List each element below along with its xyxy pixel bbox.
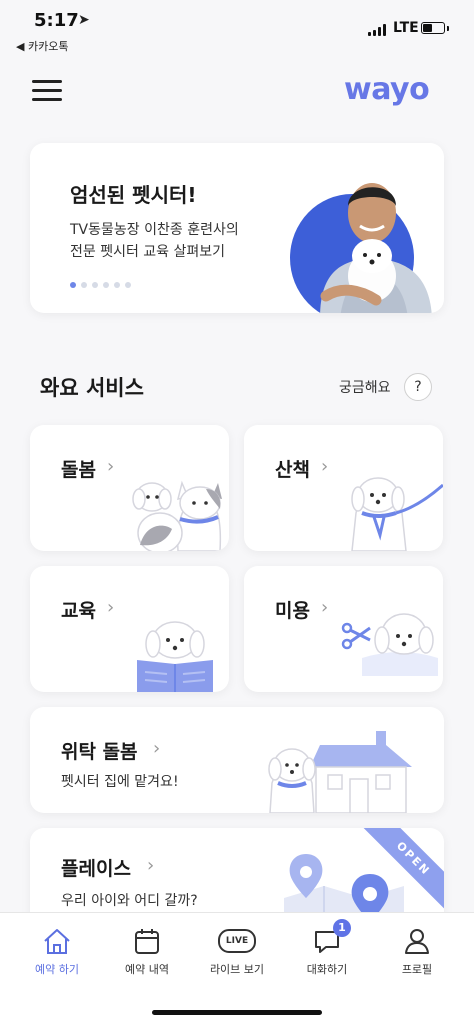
pagination-dot[interactable] xyxy=(114,282,120,288)
banner-subtitle-line1: TV동물농장 이찬종 훈련사의 xyxy=(70,222,239,238)
chevron-right-icon: › xyxy=(147,855,155,876)
card-title-care: 돌봄 xyxy=(61,459,96,481)
tab-reserve[interactable]: 예약 하기 xyxy=(10,927,104,977)
service-card-grooming[interactable]: 미용 › xyxy=(244,566,443,692)
dog-and-house-illustration xyxy=(268,731,412,813)
home-indicator xyxy=(152,1010,322,1015)
card-title-place: 플레이스 xyxy=(61,858,131,880)
battery-tip xyxy=(447,26,449,31)
services-section-title: 와요 서비스 xyxy=(40,376,144,400)
pagination-dot[interactable] xyxy=(92,282,98,288)
card-title-walk: 산책 xyxy=(275,459,310,481)
promo-banner[interactable]: 엄선된 펫시터! TV동물농장 이찬종 훈련사의 전문 펫시터 교육 살펴보기 xyxy=(30,143,444,313)
card-title-training: 교육 xyxy=(61,600,96,622)
battery-icon xyxy=(421,22,445,34)
faq-help-button[interactable]: ? xyxy=(404,373,432,401)
location-arrow-icon: ➤ xyxy=(78,12,90,28)
profile-icon xyxy=(405,929,429,954)
pagination-dot[interactable] xyxy=(81,282,87,288)
card-subtitle-place: 우리 아이와 어디 갈까? xyxy=(61,893,198,909)
pagination-dot[interactable] xyxy=(103,282,109,288)
chevron-right-icon: › xyxy=(321,456,329,477)
faq-label[interactable]: 궁금해요 xyxy=(339,377,391,397)
banner-pagination xyxy=(70,282,131,288)
chevron-right-icon: › xyxy=(107,456,115,477)
banner-subtitle: TV동물농장 이찬종 훈련사의 전문 펫시터 교육 살펴보기 xyxy=(70,219,239,263)
tab-chat[interactable]: 1 대화하기 xyxy=(280,919,374,977)
chevron-right-icon: › xyxy=(107,597,115,618)
live-icon-text: LIVE xyxy=(225,936,249,946)
network-label: LTE xyxy=(393,20,419,36)
live-icon: LIVE xyxy=(218,929,256,953)
service-card-walk[interactable]: 산책 › xyxy=(244,425,443,551)
signal-icon xyxy=(368,24,386,36)
card-title-boarding: 위탁 돌봄 xyxy=(61,741,138,763)
status-time: 5:17 xyxy=(34,10,79,31)
dog-grooming-scissors-illustration xyxy=(341,613,438,676)
home-icon xyxy=(44,929,70,954)
tab-label-reserve: 예약 하기 xyxy=(35,963,79,976)
trainer-with-dog-illustration xyxy=(290,183,432,313)
chevron-right-icon: › xyxy=(321,597,329,618)
service-card-care[interactable]: 돌봄 › xyxy=(30,425,229,551)
tab-profile[interactable]: 프로필 xyxy=(370,927,464,977)
pagination-dot[interactable] xyxy=(125,282,131,288)
service-card-training[interactable]: 교육 › xyxy=(30,566,229,692)
hamburger-menu-icon[interactable] xyxy=(32,78,62,104)
banner-subtitle-line2: 전문 펫시터 교육 살펴보기 xyxy=(70,244,226,260)
wayo-logo[interactable]: wayo xyxy=(344,72,430,107)
bottom-tab-bar: 예약 하기 예약 내역 LIVE 라이브 보기 1 대화하기 프로필 xyxy=(0,912,474,1026)
calendar-icon xyxy=(135,929,159,954)
card-subtitle-boarding: 펫시터 집에 맡겨요! xyxy=(61,774,179,790)
dog-reading-book-illustration xyxy=(137,621,213,692)
dog-and-cat-illustration xyxy=(132,480,222,551)
card-title-grooming: 미용 xyxy=(275,600,310,622)
service-card-boarding[interactable]: 위탁 돌봄 › 펫시터 집에 맡겨요! xyxy=(30,707,444,813)
tab-label-chat: 대화하기 xyxy=(306,963,348,976)
tab-history[interactable]: 예약 내역 xyxy=(100,927,194,977)
tab-label-live: 라이브 보기 xyxy=(209,963,265,976)
chat-unread-badge: 1 xyxy=(333,919,351,937)
back-to-app-link[interactable]: ◀ 카카오톡 xyxy=(16,38,68,54)
tab-live[interactable]: LIVE 라이브 보기 xyxy=(190,927,284,977)
tab-label-profile: 프로필 xyxy=(401,963,433,976)
chevron-right-icon: › xyxy=(153,738,161,759)
pagination-dot[interactable] xyxy=(70,282,76,288)
dog-on-leash-illustration xyxy=(351,477,443,551)
tab-label-history: 예약 내역 xyxy=(125,963,169,976)
banner-title: 엄선된 펫시터! xyxy=(70,183,197,207)
